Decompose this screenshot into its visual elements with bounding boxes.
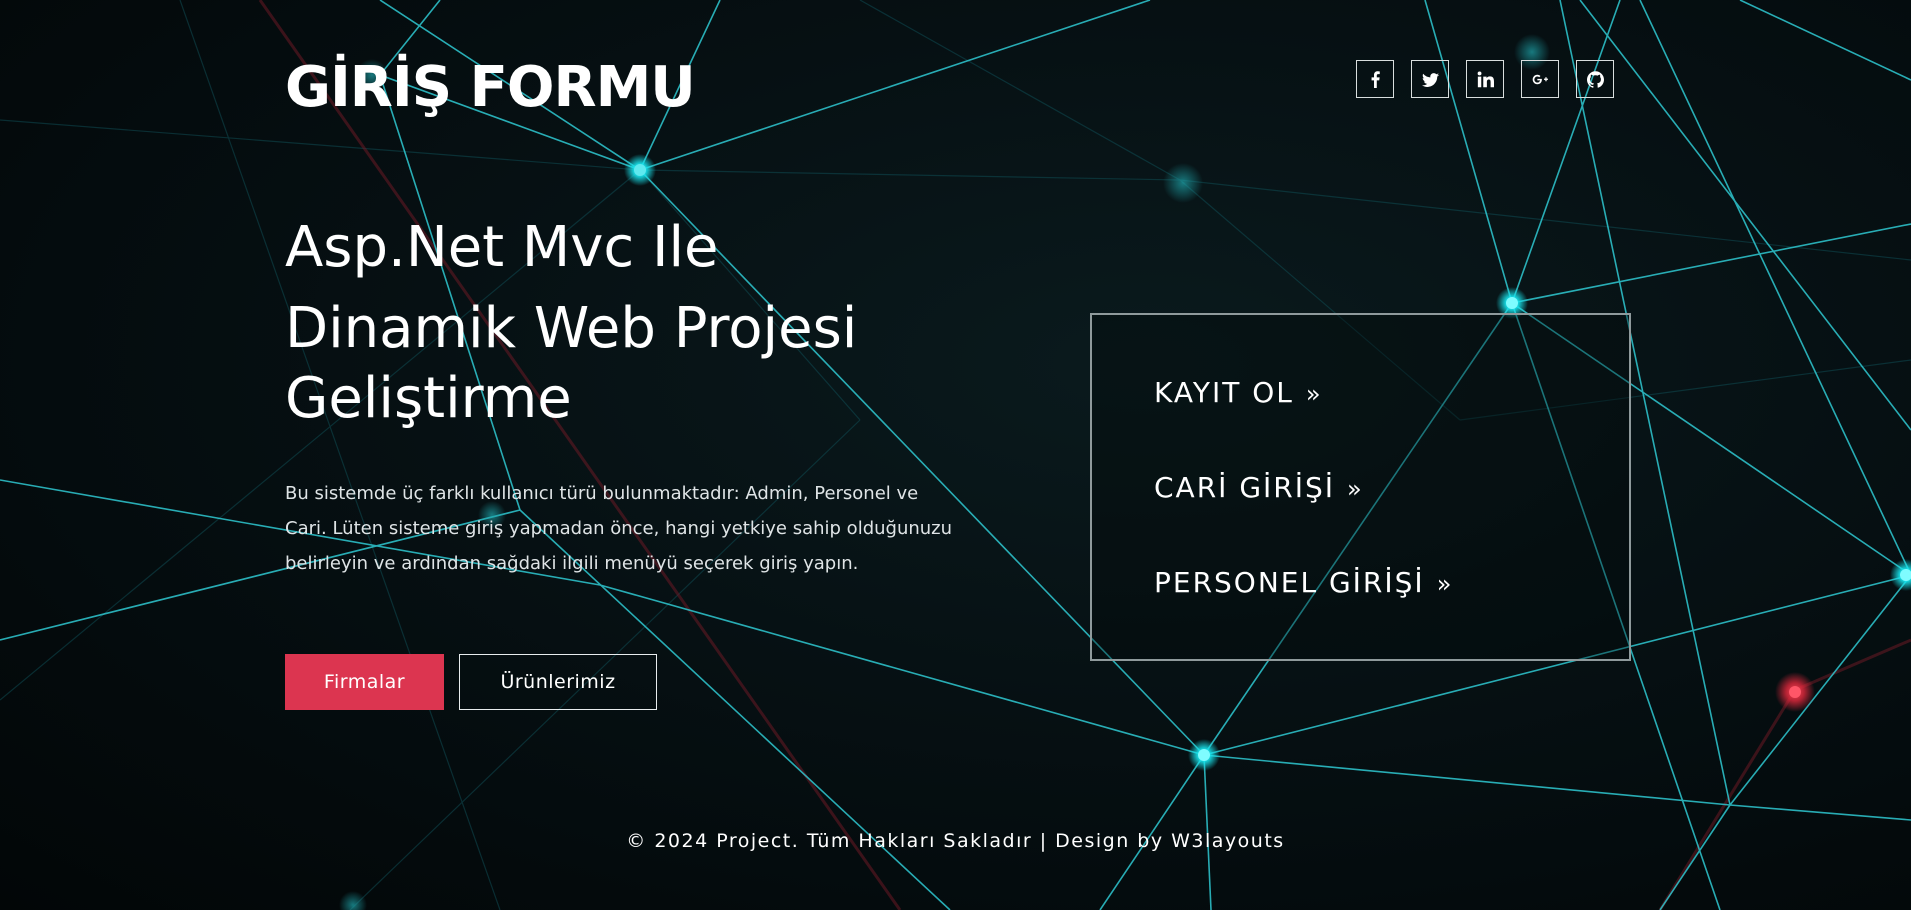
twitter-button[interactable]: [1411, 60, 1449, 98]
personel-login-link[interactable]: PERSONEL GİRİŞİ »: [1154, 569, 1451, 597]
social-links: [1356, 60, 1614, 98]
hero-description: Bu sistemde üç farklı kullanıcı türü bul…: [285, 483, 953, 574]
personel-login-link-label: PERSONEL GİRİŞİ: [1154, 566, 1425, 599]
urunlerimiz-button[interactable]: Ürünlerimiz: [459, 654, 657, 710]
page-background: GİRİŞ FORMU Asp.Net Mvc Ile Dinamik Web …: [0, 0, 1911, 910]
twitter-icon: [1421, 72, 1439, 87]
facebook-button[interactable]: [1356, 60, 1394, 98]
chevron-double-right-icon: »: [1436, 570, 1452, 598]
google-plus-icon: [1532, 74, 1548, 84]
register-link[interactable]: KAYIT OL »: [1154, 379, 1321, 407]
linkedin-button[interactable]: [1466, 60, 1504, 98]
google-plus-button[interactable]: [1521, 60, 1559, 98]
cari-login-link-label: CARİ GİRİŞİ: [1154, 471, 1336, 504]
hero-headline-line-2: Dinamik Web Projesi: [285, 296, 858, 361]
firmalar-button[interactable]: Firmalar: [285, 654, 444, 710]
site-title: GİRİŞ FORMU: [285, 55, 696, 120]
github-icon: [1586, 70, 1604, 88]
hero-headline: Asp.Net Mvc Ile Dinamik Web Projesi Geli…: [285, 212, 925, 434]
footer-copyright: © 2024 Project. Tüm Hakları Sakladır | D…: [626, 830, 1285, 852]
hero-buttons: Firmalar Ürünlerimiz: [285, 654, 657, 710]
facebook-icon: [1371, 70, 1380, 88]
chevron-double-right-icon: »: [1347, 475, 1362, 503]
hero-headline-line-1: Asp.Net Mvc Ile: [285, 215, 719, 280]
chevron-double-right-icon: »: [1305, 380, 1321, 408]
hero-headline-line-3: Geliştirme: [285, 366, 572, 431]
login-menu-box: KAYIT OL » CARİ GİRİŞİ » PERSONEL GİRİŞİ »: [1090, 313, 1631, 661]
linkedin-icon: [1477, 71, 1494, 87]
register-link-label: KAYIT OL: [1154, 376, 1294, 409]
github-button[interactable]: [1576, 60, 1614, 98]
cari-login-link[interactable]: CARİ GİRİŞİ »: [1154, 474, 1362, 502]
page-content: GİRİŞ FORMU Asp.Net Mvc Ile Dinamik Web …: [0, 0, 1911, 910]
